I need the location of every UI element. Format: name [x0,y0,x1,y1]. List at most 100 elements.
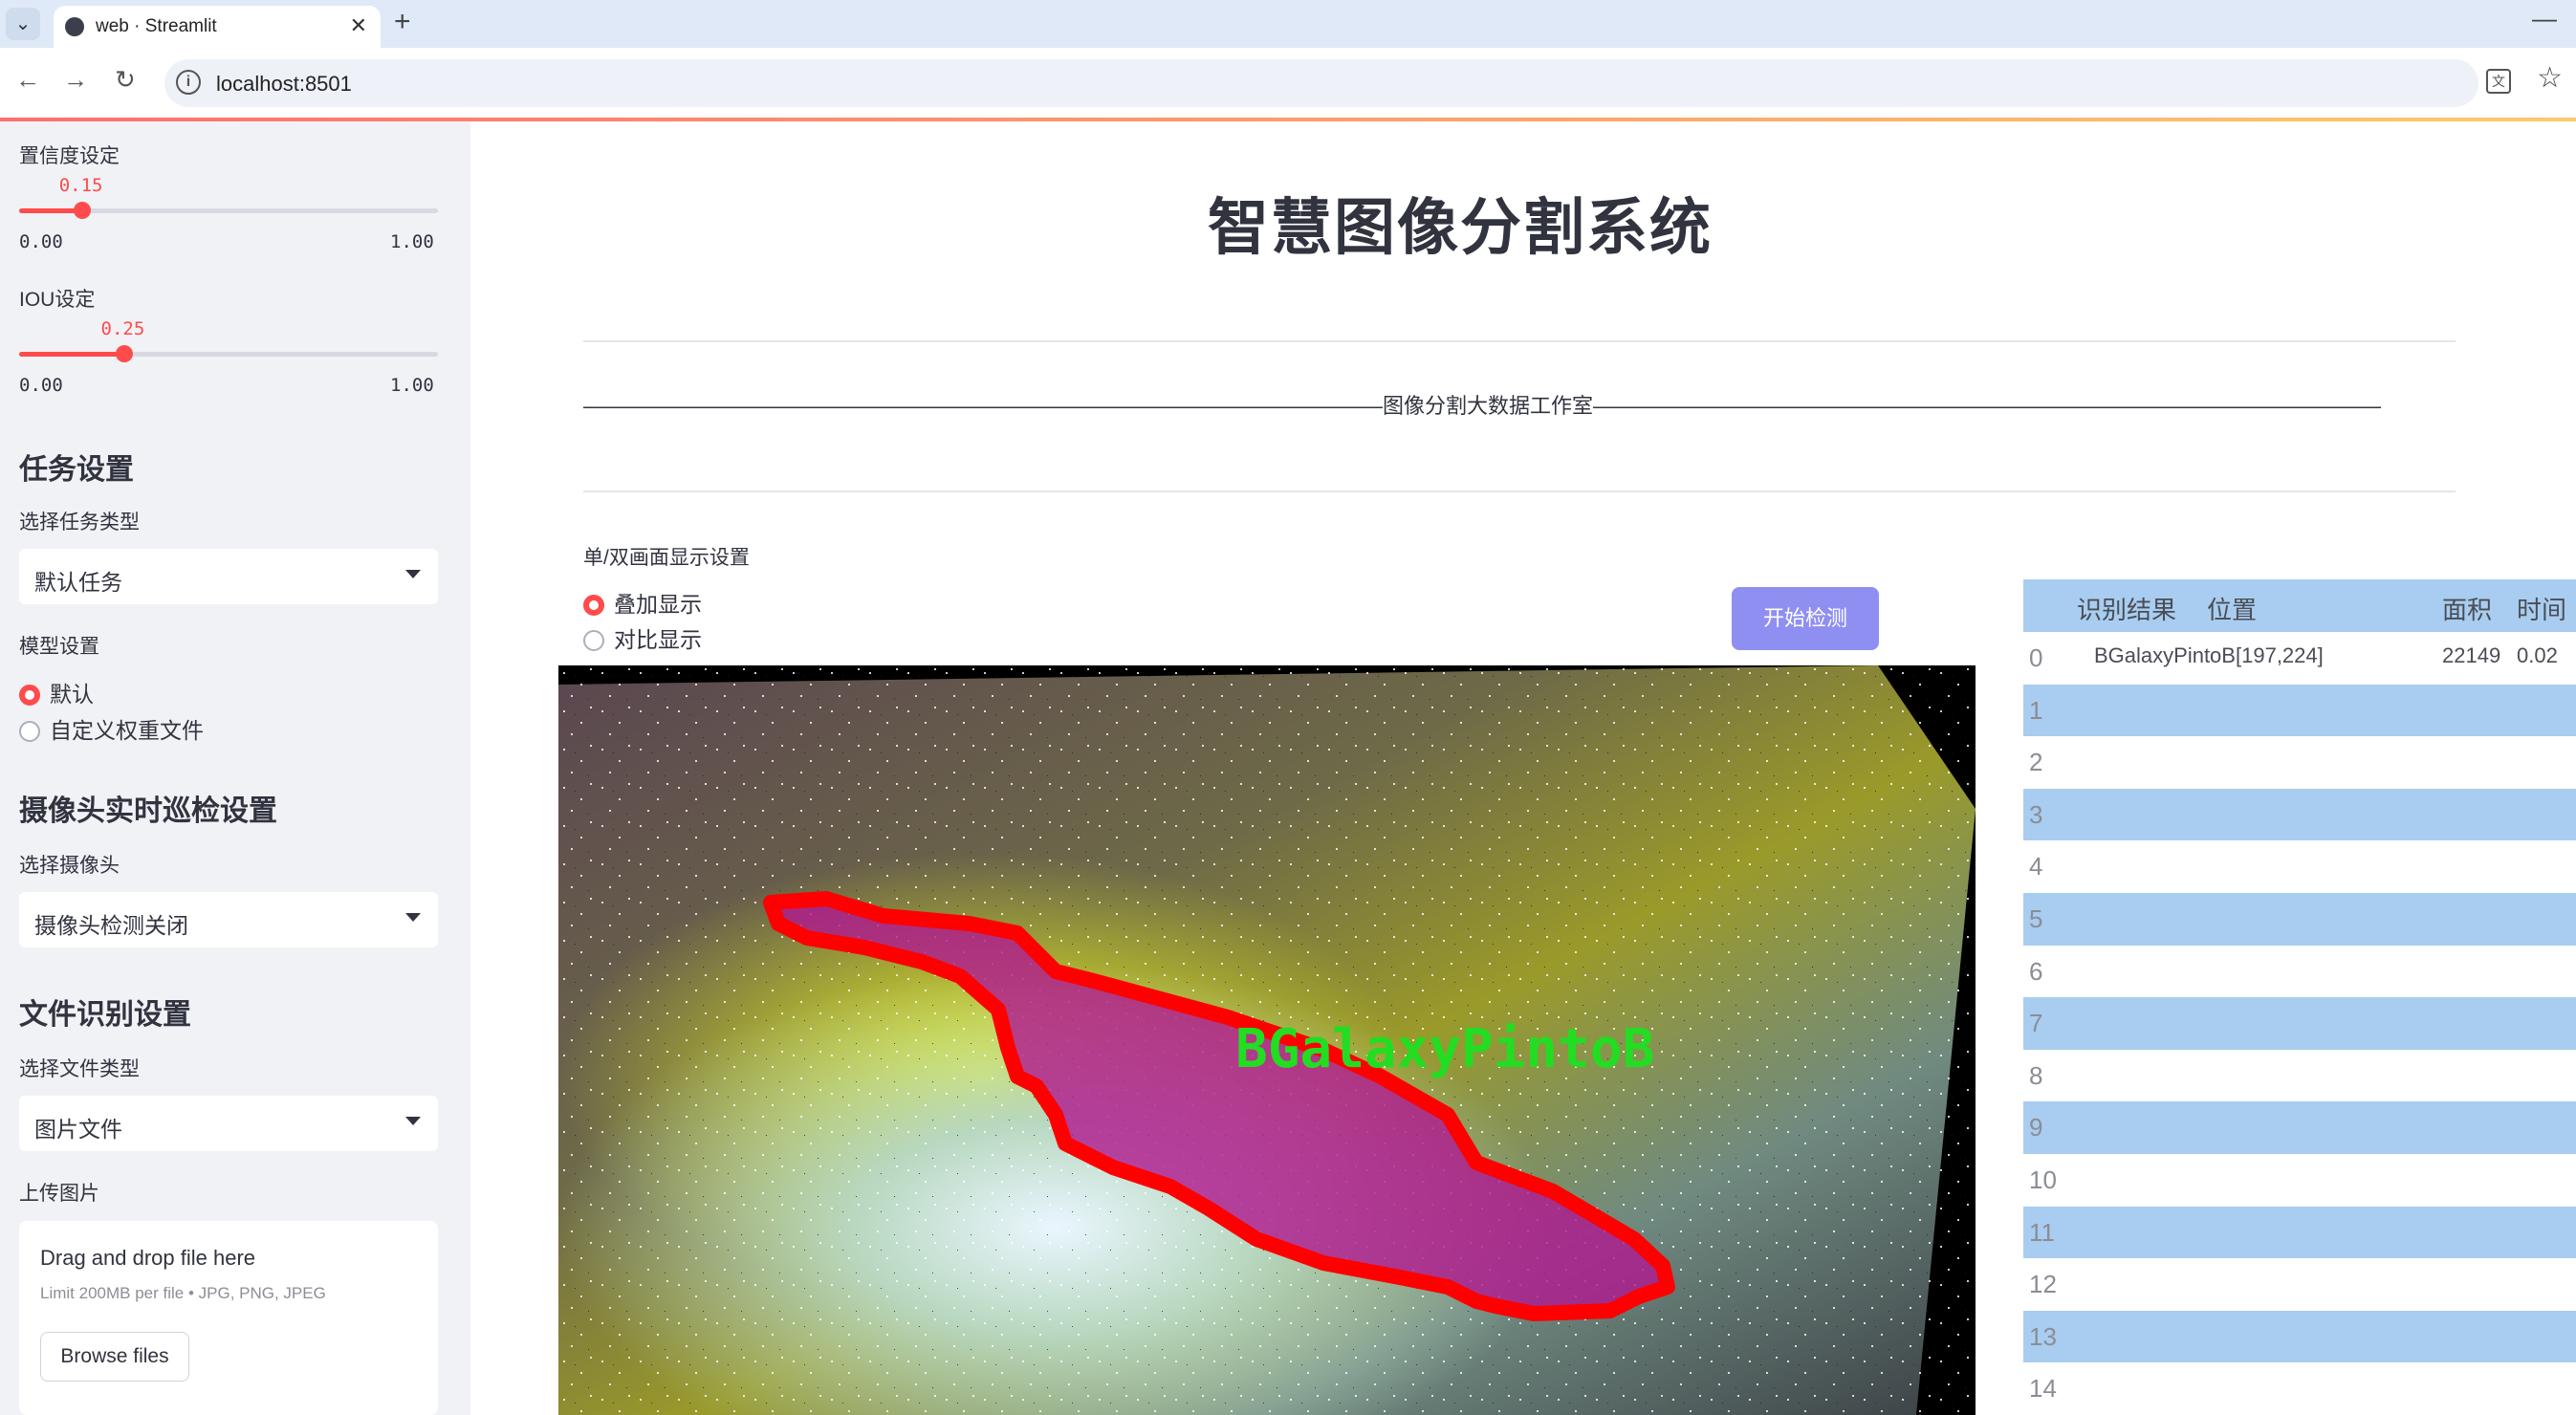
iou-slider-fill [19,352,124,357]
start-detection-button[interactable]: 开始检测 [1732,587,1879,650]
reload-icon[interactable]: ↻ [115,65,136,95]
table-row[interactable]: 2 [2023,736,2576,790]
divider [583,490,2456,492]
table-row[interactable]: 0 BGalaxyPintoB [197,224] 22149 0.02 [2023,632,2576,685]
segmentation-canvas: BGalaxyPintoB [558,665,1976,1415]
task-type-select[interactable]: 默认任务 [19,549,438,604]
table-header-row: 识别结果 位置 面积 时间 [2023,579,2576,632]
radio-selected-icon [19,685,40,706]
table-row[interactable]: 7 [2023,997,2576,1051]
url-text[interactable]: localhost:8501 [216,72,352,97]
table-row[interactable]: 12 [2023,1258,2576,1312]
file-type-label: 选择文件类型 [19,1058,140,1080]
window-minimize-icon[interactable]: — [2532,4,2557,33]
table-row[interactable]: 14 [2023,1362,2576,1415]
table-header-cell[interactable]: 位置 [2207,591,2257,626]
table-header-cell[interactable]: 面积 [2442,591,2492,626]
table-header-cell[interactable]: 时间 [2517,591,2566,626]
tab-title: web · Streamlit [96,16,217,36]
iou-slider[interactable] [19,345,438,362]
forward-icon[interactable]: → [63,65,88,95]
table-cell-index: 1 [2029,695,2043,725]
table-row[interactable]: 11 [2023,1206,2576,1259]
table-cell-index: 4 [2029,852,2043,882]
table-row[interactable]: 13 [2023,1310,2576,1363]
model-option-default[interactable]: 默认 [19,676,94,708]
result-table: 识别结果 位置 面积 时间 0 BGalaxyPintoB [197,224] 22149 0.… [2023,579,2576,1415]
display-option-overlay-label: 叠加显示 [614,592,702,617]
table-cell-position: [197,224] [2236,643,2324,667]
confidence-max: 1.00 [390,231,434,252]
table-cell-area: 22149 [2442,643,2501,667]
table-cell-index: 9 [2029,1113,2043,1143]
table-row[interactable]: 9 [2023,1101,2576,1155]
table-row[interactable]: 1 [2023,684,2576,737]
tab-close-icon[interactable]: ✕ [350,13,367,38]
table-header-cell[interactable]: 识别结果 [2077,591,2176,626]
table-cell-index: 6 [2029,956,2043,986]
table-cell-time: 0.02 [2517,643,2558,667]
display-option-compare-label: 对比显示 [614,627,702,652]
task-heading: 任务设置 [19,454,134,486]
browser-tab[interactable]: web · Streamlit ✕ [54,6,381,48]
segmentation-result-image: BGalaxyPintoB [558,665,1976,1415]
task-type-value: 默认任务 [34,570,122,595]
file-heading: 文件识别设置 [19,999,191,1031]
confidence-slider-fill [19,208,82,213]
confidence-slider-thumb[interactable] [73,202,91,219]
upload-label: 上传图片 [19,1183,99,1205]
table-row[interactable]: 4 [2023,840,2576,894]
studio-banner: ——————————————————————————————————————图像… [583,394,2381,418]
file-dropzone[interactable]: Drag and drop file here Limit 200MB per … [19,1221,438,1415]
camera-select[interactable]: 摄像头检测关闭 [19,892,438,947]
file-type-select[interactable]: 图片文件 [19,1096,438,1151]
model-option-custom[interactable]: 自定义权重文件 [19,712,204,745]
browser-nav-bar: ← → ↻ i localhost:8501 文 ☆ [0,48,2576,119]
table-cell-index: 8 [2029,1060,2043,1090]
table-row[interactable]: 5 [2023,893,2576,946]
streamlit-favicon-icon [65,17,84,36]
model-label: 模型设置 [19,636,99,658]
table-cell-index: 3 [2029,799,2043,829]
table-cell-index: 12 [2029,1270,2057,1299]
new-tab-icon[interactable]: + [394,6,411,38]
site-info-icon[interactable]: i [176,70,201,95]
detection-label: BGalaxyPintoB [1235,1018,1654,1080]
table-cell-index: 5 [2029,904,2043,933]
chevron-down-icon [405,1117,421,1125]
radio-unselected-icon [583,630,604,651]
translate-icon[interactable]: 文 [2486,69,2511,94]
iou-slider-thumb[interactable] [115,345,133,362]
browse-files-button[interactable]: Browse files [40,1332,189,1382]
model-option-default-label: 默认 [50,682,94,707]
table-row[interactable]: 3 [2023,788,2576,841]
radio-selected-icon [583,595,604,616]
confidence-slider[interactable] [19,202,438,219]
table-cell-index: 11 [2029,1217,2055,1247]
table-row[interactable]: 6 [2023,945,2576,998]
page-title: 智慧图像分割系统 [1208,193,1713,262]
confidence-value: 0.15 [58,175,103,196]
iou-max: 1.00 [390,375,434,396]
tab-search-chevron-icon[interactable]: ⌄ [6,8,40,40]
table-cell-index: 2 [2029,748,2043,777]
camera-heading: 摄像头实时巡检设置 [19,795,277,827]
file-type-value: 图片文件 [34,1117,122,1142]
display-option-compare[interactable]: 对比显示 [583,621,702,654]
browser-tab-bar: ⌄ web · Streamlit ✕ + — [0,0,2576,48]
confidence-label: 置信度设定 [19,145,120,167]
model-option-custom-label: 自定义权重文件 [50,718,204,743]
table-cell-index: 14 [2029,1374,2057,1404]
table-row[interactable]: 10 [2023,1154,2576,1207]
sidebar: 置信度设定 0.15 0.00 1.00 IOU设定 0.25 0.00 1.0… [0,121,470,1415]
camera-value: 摄像头检测关闭 [34,913,188,938]
table-row[interactable]: 8 [2023,1049,2576,1102]
display-mode-label: 单/双画面显示设置 [583,547,750,569]
iou-label: IOU设定 [19,289,96,311]
bookmark-star-icon[interactable]: ☆ [2537,61,2563,95]
main-content: 智慧图像分割系统 ———————————————————————————————… [470,121,2576,1415]
table-cell-index: 13 [2029,1321,2057,1351]
display-option-overlay[interactable]: 叠加显示 [583,586,702,619]
address-bar[interactable]: i localhost:8501 [164,59,2478,107]
back-icon[interactable]: ← [15,65,40,95]
